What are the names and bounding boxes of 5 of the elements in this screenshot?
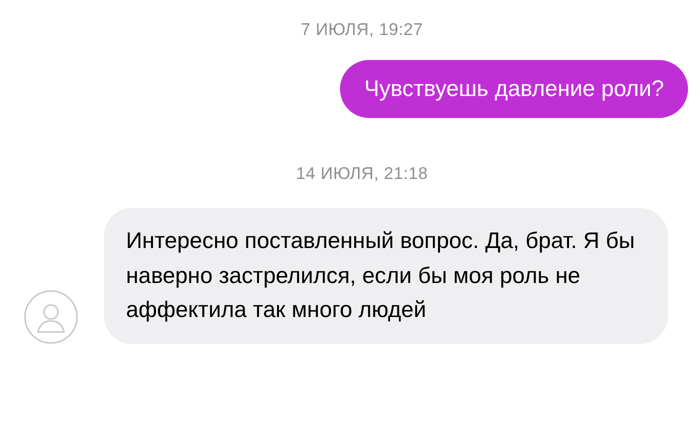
outgoing-message: Чувствуешь давление роли? bbox=[340, 60, 688, 118]
incoming-message: Интересно поставленный вопрос. Да, брат. Я бы наверно застрелился, если бы моя роль не аффектила так много людей bbox=[104, 208, 668, 344]
date-label: 14 ИЮЛЯ, 21:18 bbox=[296, 164, 428, 184]
date-label: 7 ИЮЛЯ, 19:27 bbox=[300, 20, 424, 40]
avatar-icon[interactable] bbox=[24, 290, 78, 344]
